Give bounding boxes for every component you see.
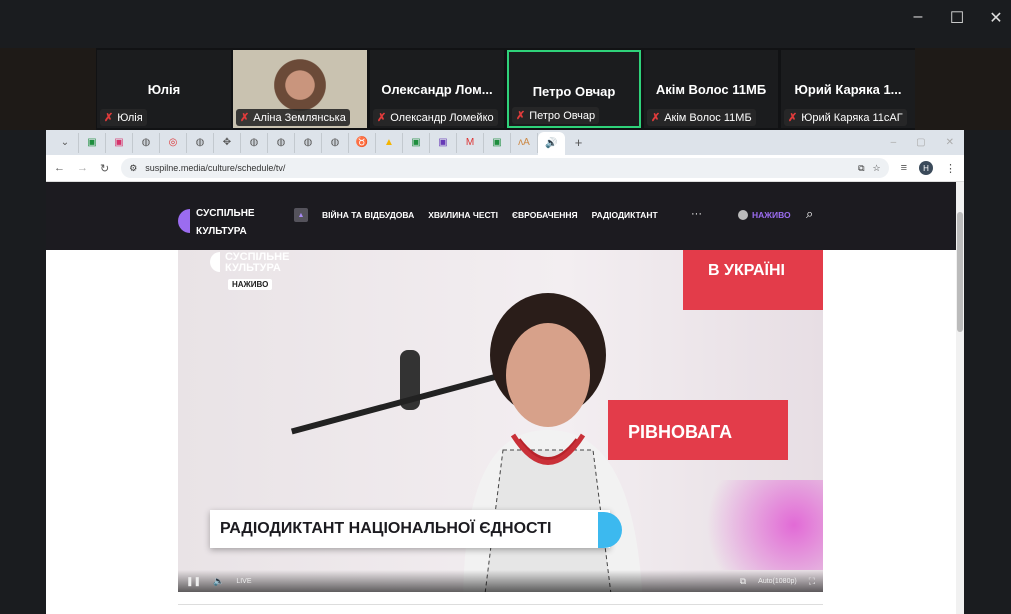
- scrollbar[interactable]: [956, 182, 964, 614]
- participant-name: Юлія: [147, 82, 181, 97]
- tab[interactable]: ▣: [403, 132, 430, 153]
- site-logo[interactable]: СУСПІЛЬНЕ КУЛЬТУРА: [178, 203, 255, 239]
- tab[interactable]: ▣: [484, 132, 511, 153]
- tab[interactable]: ◍: [295, 132, 322, 153]
- participant-tile[interactable]: Юлія ✗ Юлія: [97, 50, 231, 128]
- participant-label: ✗ Юрий Каряка 11сАГ: [784, 109, 907, 126]
- participant-name: Юрий Каряка 1...: [794, 82, 902, 97]
- tab[interactable]: ◍: [187, 132, 214, 153]
- video-player[interactable]: В УКРАЇНІ РІВНОВАГА СУСПІЛЬНЕ КУЛЬТУРА НА…: [178, 250, 823, 592]
- nav-item[interactable]: ЄВРОБАЧЕННЯ: [512, 210, 578, 220]
- player-controls: ❚❚ 🔈 LIVE ⧉ Auto(1080p) ⛶: [178, 570, 823, 592]
- channel-watermark: СУСПІЛЬНЕ КУЛЬТУРА: [210, 252, 289, 274]
- url-input[interactable]: ⚙ suspilne.media/culture/schedule/tv/ ⧉ …: [121, 158, 889, 178]
- search-icon[interactable]: ⌕: [806, 206, 813, 222]
- new-tab-button[interactable]: +: [565, 133, 592, 153]
- mic-muted-icon: ✗: [651, 112, 661, 124]
- tab[interactable]: ▣: [430, 132, 457, 153]
- browser-window: ⌄ ▣ ▣ ◍ ◎ ◍ ✥ ◍ ◍ ◍ ◍ ♉ ▲ ▣ ▣ M ▣ ʌA 🔊 +…: [46, 130, 964, 614]
- pip-button[interactable]: ⧉: [740, 576, 746, 587]
- restore-browser-icon[interactable]: ▢: [916, 137, 925, 148]
- nav-item[interactable]: ВІЙНА ТА ВІДБУДОВА: [322, 210, 414, 220]
- tab[interactable]: ▣: [106, 132, 133, 153]
- logo-line2: КУЛЬТУРА: [196, 226, 247, 237]
- more-menu-button[interactable]: ···: [691, 208, 702, 220]
- url-text: suspilne.media/culture/schedule/tv/: [145, 163, 286, 173]
- participant-tile[interactable]: ✗ Аліна Землянська: [233, 50, 367, 128]
- maximize-button[interactable]: ☐: [945, 8, 969, 28]
- mic-muted-icon: ✗: [788, 112, 798, 124]
- mic-muted-icon: ✗: [240, 112, 250, 124]
- participant-label: ✗ Аліна Землянська: [236, 109, 350, 126]
- participant-label: ✗ Петро Овчар: [512, 107, 600, 124]
- close-browser-icon[interactable]: ✕: [946, 137, 954, 148]
- tab-search-button[interactable]: ⌄: [52, 132, 79, 153]
- nav-home-icon[interactable]: ▲: [294, 208, 308, 222]
- tab[interactable]: ♉: [349, 132, 376, 153]
- tab-strip: ⌄ ▣ ▣ ◍ ◎ ◍ ✥ ◍ ◍ ◍ ◍ ♉ ▲ ▣ ▣ M ▣ ʌA 🔊 +…: [46, 130, 964, 155]
- reload-icon[interactable]: ↻: [100, 162, 109, 175]
- live-label: НАЖИВО: [752, 210, 791, 220]
- tab[interactable]: ✥: [214, 132, 241, 153]
- participant-tile[interactable]: Олександр Лом... ✗ Олександр Ломейко: [370, 50, 504, 128]
- site-settings-icon[interactable]: ⚙: [129, 163, 137, 174]
- divider: [178, 604, 823, 605]
- mic-muted-icon: ✗: [377, 112, 387, 124]
- install-icon[interactable]: ⧉: [858, 163, 864, 174]
- participant-label: ✗ Акім Волос 11МБ: [647, 109, 756, 126]
- participant-tile[interactable]: Петро Овчар ✗ Петро Овчар: [507, 50, 641, 128]
- tab-active[interactable]: 🔊: [538, 132, 565, 155]
- quality-select[interactable]: Auto(1080p): [758, 578, 797, 585]
- nav-item[interactable]: РАДІОДИКТАНТ: [592, 210, 658, 220]
- participant-label: ✗ Юлія: [100, 109, 147, 126]
- reading-list-icon[interactable]: ≡: [901, 162, 907, 174]
- participant-tile[interactable]: Юрий Каряка 1... ✗ Юрий Каряка 11сАГ: [781, 50, 915, 128]
- pause-button[interactable]: ❚❚: [186, 576, 201, 587]
- tab[interactable]: ◍: [241, 132, 268, 153]
- participant-tile[interactable]: Акім Волос 11МБ ✗ Акім Волос 11МБ: [644, 50, 778, 128]
- forward-icon[interactable]: →: [77, 162, 88, 174]
- participant-name: Олександр Лом...: [381, 82, 493, 97]
- participant-name: Петро Овчар: [532, 84, 616, 99]
- live-badge: НАЖИВО: [228, 279, 273, 290]
- site-header: СУСПІЛЬНЕ КУЛЬТУРА ▲ ВІЙНА ТА ВІДБУДОВА Х…: [46, 182, 956, 250]
- profile-avatar[interactable]: Н: [919, 161, 933, 175]
- back-icon[interactable]: ←: [54, 162, 65, 174]
- site-nav: ▲ ВІЙНА ТА ВІДБУДОВА ХВИЛИНА ЧЕСТІ ЄВРОБ…: [294, 208, 658, 222]
- live-dot-icon: [738, 210, 748, 220]
- tab[interactable]: ◎: [160, 132, 187, 153]
- tab[interactable]: ◍: [268, 132, 295, 153]
- tab[interactable]: ʌA: [511, 132, 538, 153]
- live-link[interactable]: НАЖИВО: [738, 210, 791, 220]
- lower-third-title: РАДІОДИКТАНТ НАЦІОНАЛЬНОЇ ЄДНОСТІ: [210, 510, 610, 548]
- live-indicator: LIVE: [236, 577, 252, 585]
- participant-label: ✗ Олександр Ломейко: [373, 109, 498, 126]
- tab-drive[interactable]: ▲: [376, 132, 403, 153]
- participant-name: Акім Волос 11МБ: [655, 82, 767, 97]
- minimize-button[interactable]: –: [906, 8, 930, 26]
- volume-button[interactable]: 🔈: [213, 576, 224, 587]
- mic-muted-icon: ✗: [516, 110, 526, 122]
- close-button[interactable]: ✕: [984, 8, 1008, 28]
- nav-item[interactable]: ХВИЛИНА ЧЕСТІ: [428, 210, 498, 220]
- minimize-browser-icon[interactable]: –: [891, 137, 897, 148]
- menu-icon[interactable]: ⋮: [945, 162, 956, 175]
- tab[interactable]: ◍: [322, 132, 349, 153]
- bookmark-star-icon[interactable]: ☆: [873, 163, 881, 174]
- tab-gmail[interactable]: M: [457, 132, 484, 153]
- tab[interactable]: ▣: [79, 132, 106, 153]
- mic-muted-icon: ✗: [104, 112, 114, 124]
- logo-line1: СУСПІЛЬНЕ: [196, 208, 255, 219]
- tab[interactable]: ◍: [133, 132, 160, 153]
- fullscreen-button[interactable]: ⛶: [809, 576, 815, 587]
- address-bar-row: ← → ↻ ⚙ suspilne.media/culture/schedule/…: [46, 155, 964, 182]
- backdrop-panel: В УКРАЇНІ: [683, 250, 823, 310]
